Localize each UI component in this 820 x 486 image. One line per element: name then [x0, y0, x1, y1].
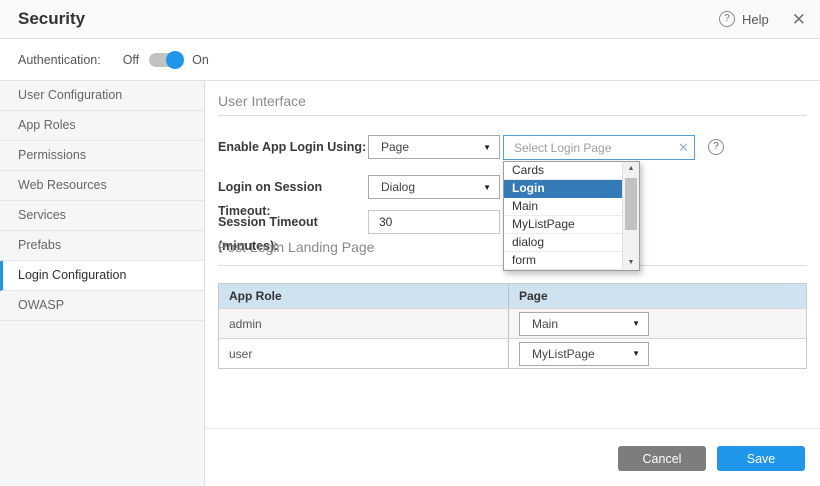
field-help-icon[interactable]: ? [708, 139, 724, 155]
section-user-interface: User Interface [218, 93, 306, 109]
session-timeout-login-value: Dialog [381, 180, 415, 194]
title-bar: Security ? Help ✕ [0, 0, 820, 39]
chevron-down-icon: ▼ [483, 143, 491, 152]
help-icon[interactable]: ? [719, 11, 735, 27]
table-row: user MyListPage ▼ [219, 338, 806, 368]
chevron-down-icon: ▼ [632, 319, 640, 328]
scrollbar-thumb[interactable] [625, 178, 637, 230]
chevron-down-icon: ▼ [632, 349, 640, 358]
sidebar-item-prefabs[interactable]: Prefabs [0, 231, 204, 261]
security-dialog: Security ? Help ✕ Authentication: Off On… [0, 0, 820, 486]
dropdown-option-mylistpage[interactable]: MyListPage [504, 216, 622, 234]
clear-icon[interactable]: ✕ [678, 140, 689, 156]
dropdown-option-main[interactable]: Main [504, 198, 622, 216]
login-page-dropdown: Cards Login Main MyListPage dialog form … [503, 161, 640, 271]
admin-page-value: Main [532, 317, 558, 331]
main-content: User Interface Enable App Login Using: P… [205, 81, 820, 486]
table-row: admin Main ▼ [219, 308, 806, 338]
sidebar-item-login-configuration[interactable]: Login Configuration [0, 261, 204, 291]
page-title: Security [18, 9, 85, 29]
scroll-up-icon[interactable]: ▲ [623, 162, 639, 176]
toggle-knob-icon [166, 51, 184, 69]
divider [218, 115, 807, 116]
enable-app-login-label: Enable App Login Using: [218, 135, 368, 159]
user-page-value: MyListPage [532, 347, 595, 361]
dropdown-option-cards[interactable]: Cards [504, 162, 622, 180]
sidebar-item-permissions[interactable]: Permissions [0, 141, 204, 171]
cancel-button[interactable]: Cancel [618, 446, 706, 471]
role-cell-admin: admin [219, 309, 508, 338]
close-icon[interactable]: ✕ [792, 11, 806, 28]
sidebar-item-owasp[interactable]: OWASP [0, 291, 204, 321]
toggle-on-label: On [192, 53, 209, 67]
role-cell-user: user [219, 339, 508, 368]
section-post-login: Post Login Landing Page [218, 239, 374, 255]
sidebar-item-app-roles[interactable]: App Roles [0, 111, 204, 141]
dropdown-option-dialog[interactable]: dialog [504, 234, 622, 252]
dropdown-option-form[interactable]: form [504, 252, 622, 270]
user-page-select[interactable]: MyListPage ▼ [519, 342, 649, 366]
post-login-table: App Role Page admin Main ▼ user MyListPa… [218, 283, 807, 369]
authentication-toggle[interactable] [149, 53, 182, 67]
authentication-bar: Authentication: Off On [0, 39, 820, 81]
admin-page-select[interactable]: Main ▼ [519, 312, 649, 336]
footer-divider [205, 428, 820, 429]
login-page-search-input[interactable] [503, 135, 695, 160]
session-timeout-login-select[interactable]: Dialog ▼ [368, 175, 500, 199]
toggle-off-label: Off [123, 53, 139, 67]
column-header-page: Page [508, 284, 806, 308]
help-link[interactable]: Help [742, 12, 769, 27]
dropdown-option-login[interactable]: Login [504, 180, 622, 198]
login-type-value: Page [381, 140, 409, 154]
sidebar-item-web-resources[interactable]: Web Resources [0, 171, 204, 201]
authentication-label: Authentication: [18, 53, 101, 67]
chevron-down-icon: ▼ [483, 183, 491, 192]
save-button[interactable]: Save [717, 446, 805, 471]
dropdown-scrollbar[interactable]: ▲ ▼ [622, 162, 639, 270]
column-header-app-role: App Role [219, 284, 508, 308]
session-timeout-minutes-input[interactable] [368, 210, 500, 234]
sidebar-item-services[interactable]: Services [0, 201, 204, 231]
sidebar-item-user-configuration[interactable]: User Configuration [0, 81, 204, 111]
login-type-select[interactable]: Page ▼ [368, 135, 500, 159]
table-header-row: App Role Page [219, 284, 806, 308]
scroll-down-icon[interactable]: ▼ [623, 256, 639, 270]
sidebar: User Configuration App Roles Permissions… [0, 81, 205, 486]
